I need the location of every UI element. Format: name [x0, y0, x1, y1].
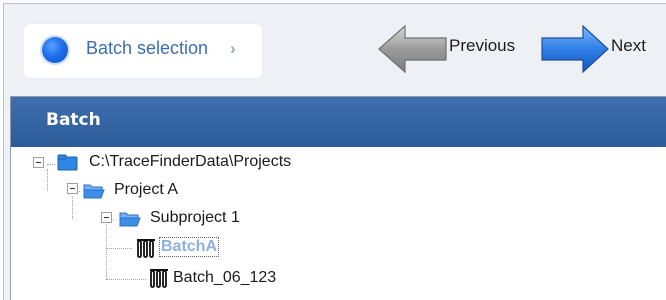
- batch-a-label: BatchA: [158, 237, 220, 257]
- chevron-right-icon: ›: [230, 39, 236, 58]
- root-path-label: C:\TraceFinderData\Projects: [89, 153, 292, 170]
- tree-connector: [106, 248, 132, 250]
- project-label: Project A: [114, 181, 179, 198]
- collapse-root-toggle[interactable]: [33, 157, 44, 168]
- tree-connector: [106, 224, 108, 279]
- previous-label: Previous: [449, 36, 516, 55]
- sample-tubes-icon: [137, 239, 155, 258]
- step-indicator-icon: [42, 37, 68, 63]
- batch-selection-step[interactable]: Batch selection ›: [24, 24, 262, 78]
- arrow-right-icon: [541, 24, 609, 74]
- arrow-left-icon: [378, 24, 447, 74]
- subproject-label: Subproject 1: [150, 209, 240, 226]
- sample-tubes-icon: [150, 269, 168, 288]
- batch-panel: Batch C:\TraceFinderData\Projects Projec…: [10, 96, 666, 300]
- next-label: Next: [611, 36, 646, 55]
- batch-06-123-label: Batch_06_123: [173, 269, 277, 286]
- batch-tree: C:\TraceFinderData\Projects Project A Su…: [11, 147, 666, 300]
- folder-open-icon: [83, 184, 105, 199]
- drive-folder-icon: [57, 154, 78, 171]
- panel-title: Batch: [46, 110, 101, 130]
- step-label: Batch selection: [86, 38, 209, 58]
- next-button[interactable]: Next: [540, 24, 662, 74]
- collapse-project-toggle[interactable]: [67, 183, 78, 194]
- collapse-subproject-toggle[interactable]: [101, 212, 112, 223]
- tree-connector: [106, 279, 146, 281]
- tree-connector: [47, 169, 49, 191]
- tree-connector: [47, 164, 55, 166]
- panel-header: Batch: [11, 97, 666, 147]
- previous-button[interactable]: Previous: [378, 24, 528, 74]
- folder-open-icon: [119, 212, 141, 227]
- tree-connector: [72, 196, 74, 219]
